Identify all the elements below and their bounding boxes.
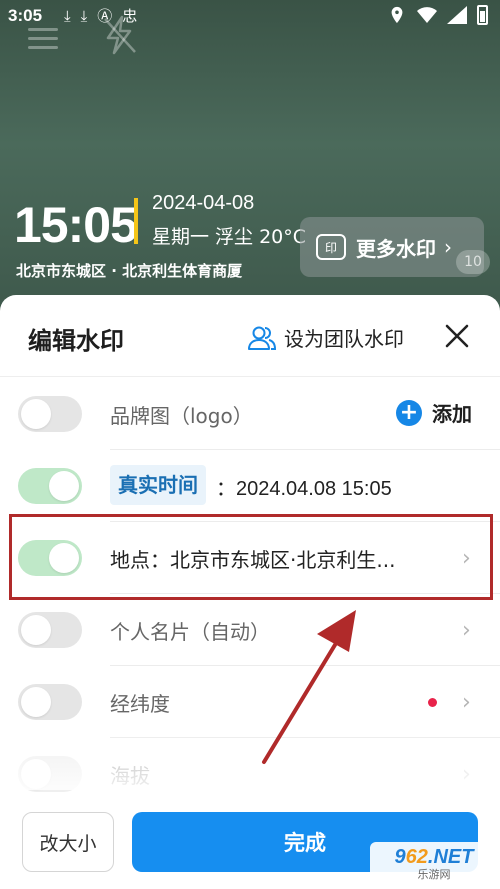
plus-icon: + <box>396 399 422 426</box>
resize-button[interactable]: 改大小 <box>22 812 114 872</box>
row-personal-card[interactable]: 个人名片（自动） › <box>0 594 500 666</box>
personal-card-label: 个人名片（自动） <box>110 620 270 644</box>
row-brand-logo: 品牌图（logo） + 添加 <box>0 378 500 450</box>
close-icon[interactable] <box>444 323 470 349</box>
menu-icon[interactable] <box>28 28 58 50</box>
chevron-right-icon: › <box>462 690 471 715</box>
watermark-accent-bar <box>134 198 138 244</box>
set-team-watermark-button[interactable]: 设为团队水印 <box>248 323 404 352</box>
side-badge: 10 <box>456 250 490 274</box>
chevron-right-icon: › <box>444 235 452 259</box>
site-logo-text: 962.NET <box>394 846 474 868</box>
add-label: 添加 <box>432 402 472 426</box>
watermark-time: 15:05 <box>14 197 138 253</box>
annotation-highlight-box <box>9 514 493 600</box>
row-real-time: 真实时间 ：2024.04.08 15:05 <box>0 450 500 522</box>
watermark-weekday-weather: 星期一 浮尘 20°C <box>152 226 307 248</box>
brand-logo-label: 品牌图（logo） <box>110 404 253 428</box>
system-icons <box>387 5 488 25</box>
personal-card-toggle[interactable] <box>18 612 82 648</box>
real-time-tag[interactable]: 真实时间 <box>110 465 206 505</box>
brand-logo-toggle[interactable] <box>18 396 82 432</box>
sheet-header: 编辑水印 设为团队水印 <box>0 295 500 377</box>
cell-signal-icon <box>447 6 467 24</box>
flash-off-icon[interactable] <box>100 14 140 56</box>
more-watermarks-label: 更多水印 <box>356 236 436 261</box>
watermark-address: 北京市东城区 · 北京利生体育商厦 <box>16 262 243 280</box>
more-watermarks-button[interactable]: 印 更多水印 › <box>300 217 484 277</box>
status-bar: 3:05 ⤓ ⤓ Ⓐ 忠 <box>0 0 500 34</box>
wifi-icon <box>417 7 437 23</box>
chevron-right-icon: › <box>462 618 471 643</box>
team-watermark-label: 设为团队水印 <box>284 327 404 351</box>
real-time-toggle[interactable] <box>18 468 82 504</box>
watermark-icon: 印 <box>316 234 346 260</box>
coordinates-label: 经纬度 <box>110 692 170 716</box>
real-time-value: ：2024.04.08 15:05 <box>216 476 392 500</box>
status-time: 3:05 <box>8 6 43 25</box>
watermark-date: 2024-04-08 <box>152 192 255 214</box>
site-logo-subtext: 乐游网 <box>417 868 451 881</box>
location-icon <box>391 6 403 24</box>
list-fade <box>0 730 500 790</box>
site-logo: 962.NET 乐游网 <box>370 842 498 886</box>
download-icon: ⤓ <box>80 7 88 25</box>
battery-icon <box>477 5 488 25</box>
coordinates-toggle[interactable] <box>18 684 82 720</box>
sheet-title: 编辑水印 <box>28 327 124 355</box>
team-icon <box>248 326 276 350</box>
row-coordinates[interactable]: 经纬度 › <box>0 666 500 738</box>
add-logo-button[interactable]: + 添加 <box>396 398 472 427</box>
download-icon: ⤓ <box>64 7 71 25</box>
new-indicator-dot <box>428 698 437 707</box>
